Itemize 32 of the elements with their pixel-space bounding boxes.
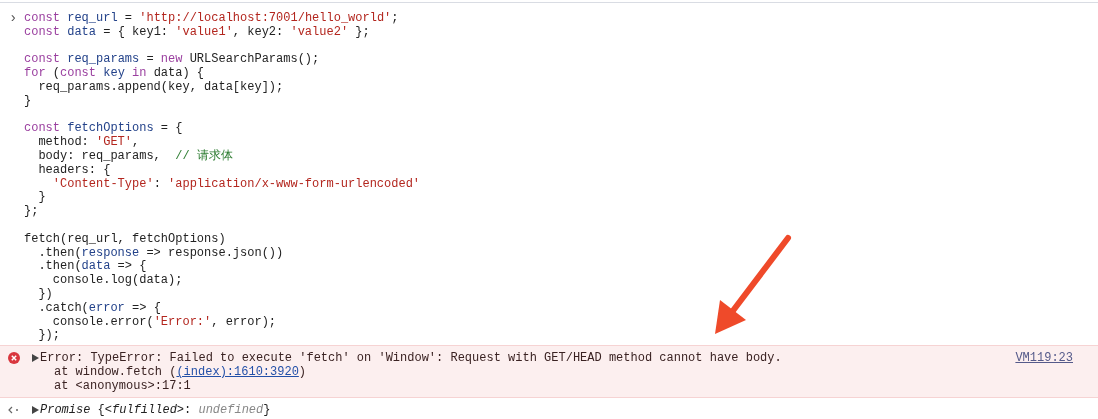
result-value: Promise {<fulfilled>: undefined} — [40, 403, 271, 418]
prompt-chevron: › — [8, 10, 18, 26]
code-line: 'Content-Type': 'application/x-www-form-urlencoded' — [51, 177, 421, 192]
code-line: const fetchOptions = { — [24, 122, 183, 136]
code-line: } — [37, 191, 46, 206]
code-line: body: req_params, // 请求体 — [37, 149, 233, 164]
code-line: const data = { key1: 'value1', key2: 'value2' }; — [24, 25, 370, 40]
code-line: console.log(data); — [51, 274, 183, 288]
code-line: const req_params = new URLSearchParams(); — [24, 53, 320, 67]
source-link[interactable]: (index):1610:3920 — [176, 365, 299, 380]
code-line: console.error('Error:', error); — [51, 315, 277, 329]
code-line: req_params.append(key, data[key]); — [37, 81, 284, 95]
code-line: for (const key in data) { — [24, 67, 205, 81]
code-line: .then(data => { — [37, 260, 147, 274]
expand-triangle[interactable] — [32, 354, 39, 363]
error-message: Error: TypeError: Failed to execute 'fetch' on 'Window': Request with GET/HEAD method cannot have body. — [40, 351, 783, 366]
code-line: .catch(error => { — [37, 301, 161, 316]
code-line: .then(response => response.json()) — [37, 246, 284, 260]
code-line: }) — [37, 287, 53, 302]
stack-frame: at <anonymous>:17:1 — [0, 379, 191, 394]
return-arrow-icon — [8, 406, 20, 415]
stack-frame: at window.fetch ((index):1610:3920) — [0, 365, 307, 380]
error-icon — [8, 352, 20, 365]
code-line: fetch(req_url, fetchOptions) — [24, 232, 226, 247]
source-link[interactable]: VM119:23 — [1015, 351, 1073, 366]
code-line: }; — [24, 205, 39, 219]
expand-triangle[interactable] — [32, 406, 39, 415]
code-line: }); — [37, 329, 60, 344]
code-line: headers: { — [37, 163, 111, 178]
code-line: method: 'GET', — [37, 136, 140, 150]
code-line: const req_url = 'http://localhost:7001/hello_world'; — [24, 12, 399, 26]
code-line: } — [24, 94, 32, 109]
